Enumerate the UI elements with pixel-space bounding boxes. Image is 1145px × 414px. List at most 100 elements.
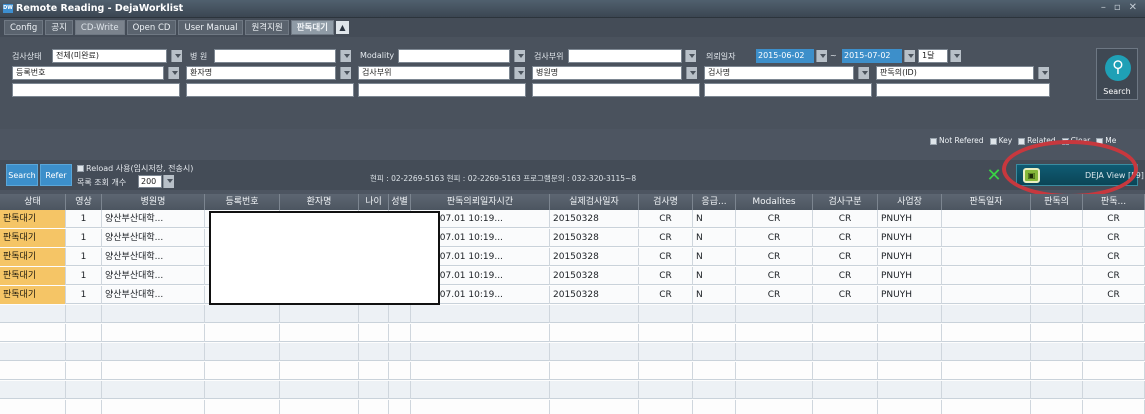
table-header: 상태 영상 병원명 등록번호 환자명 나이 성별 판독의뢰일자시간 실제검사일자 검사명 응급...…: [0, 194, 1145, 210]
table-cell: [942, 210, 1031, 228]
table-cell: [813, 324, 878, 342]
table-cell: [1083, 305, 1145, 323]
column-header[interactable]: 판독의: [1031, 194, 1083, 210]
tab-notice[interactable]: 공지: [45, 20, 73, 35]
chevron-down-icon[interactable]: [514, 67, 525, 79]
table-cell: [878, 400, 942, 414]
chevron-down-icon[interactable]: [163, 175, 174, 188]
table-cell: 1: [66, 286, 102, 304]
column-header[interactable]: 검사구분: [813, 194, 878, 210]
patient-field[interactable]: 환자명: [186, 66, 336, 80]
table-row[interactable]: 판독대기 1 양산부산대학... 2015.07.01 10:19... 2015032…: [0, 210, 1145, 228]
chevron-down-icon[interactable]: [340, 50, 351, 62]
table-cell: [102, 343, 205, 361]
minimize-button[interactable]: –: [1101, 2, 1106, 13]
refer-button[interactable]: Refer: [40, 164, 72, 186]
tab-remote-support[interactable]: 원격지원: [245, 20, 289, 35]
table-cell: [942, 324, 1031, 342]
exam-part-field[interactable]: 검사부위: [358, 66, 510, 80]
collapse-arrow-icon[interactable]: ▲: [336, 21, 349, 34]
search-button[interactable]: ⚲ Search: [1096, 48, 1138, 100]
extra-field-3[interactable]: [358, 83, 526, 97]
maximize-button[interactable]: ▫: [1114, 2, 1121, 13]
table-cell: [205, 324, 280, 342]
empty-row: [0, 324, 1145, 342]
column-header[interactable]: 성별: [389, 194, 411, 210]
search-action-button[interactable]: Search: [6, 164, 38, 186]
modality-field[interactable]: [398, 49, 510, 63]
cancel-icon[interactable]: ✕: [984, 166, 1004, 186]
chevron-down-icon[interactable]: [858, 67, 869, 79]
extra-field-4[interactable]: [532, 83, 700, 97]
table-cell: 양산부산대학...: [102, 286, 205, 304]
tab-open-cd[interactable]: Open CD: [126, 20, 177, 35]
checkbox-not-refered[interactable]: Not Refered: [930, 136, 984, 145]
column-header[interactable]: 판독...: [1083, 194, 1145, 210]
column-header[interactable]: 나이: [359, 194, 389, 210]
table-cell: [736, 305, 813, 323]
column-header[interactable]: 등록번호: [205, 194, 280, 210]
table-row[interactable]: 판독대기 1 양산부산대학... 2015.07.01 10:19... 2015032…: [0, 267, 1145, 285]
column-header[interactable]: 판독일자: [942, 194, 1031, 210]
date-from[interactable]: 2015-06-02: [756, 49, 814, 63]
close-button[interactable]: ✕: [1129, 2, 1137, 13]
column-header[interactable]: 실제검사일자: [550, 194, 639, 210]
column-header[interactable]: 영상: [66, 194, 102, 210]
chevron-down-icon[interactable]: [686, 67, 697, 79]
table-cell: [359, 362, 389, 380]
column-header[interactable]: 사업장: [878, 194, 942, 210]
calendar-icon[interactable]: [816, 50, 827, 62]
bodypart-field[interactable]: [568, 49, 682, 63]
chevron-down-icon[interactable]: [514, 50, 525, 62]
column-header[interactable]: 검사명: [639, 194, 693, 210]
table-cell: [942, 305, 1031, 323]
filter-panel: 검사상태 전체(미완료) 병 원 Modality 검사부위 의뢰일자 2015…: [0, 37, 1145, 129]
reg-no-field[interactable]: 등록번호: [12, 66, 164, 80]
hospital-name-field[interactable]: 병원명: [532, 66, 682, 80]
empty-row: [0, 305, 1145, 323]
table-row[interactable]: 판독대기 1 양산부산대학... 2015.07.01 10:19... 2015032…: [0, 286, 1145, 304]
table-cell: [0, 362, 66, 380]
extra-field-6[interactable]: [876, 83, 1050, 97]
exam-name-field[interactable]: 검사명: [704, 66, 854, 80]
column-header[interactable]: 판독의뢰일자시간: [411, 194, 550, 210]
table-cell: [389, 343, 411, 361]
chevron-down-icon[interactable]: [1038, 67, 1049, 79]
count-select[interactable]: 200: [138, 175, 162, 188]
column-header[interactable]: Modalites: [736, 194, 813, 210]
calendar-icon[interactable]: [904, 50, 915, 62]
column-header[interactable]: 환자명: [280, 194, 359, 210]
table-row[interactable]: 판독대기 1 양산부산대학... 2015.07.01 10:19... 2015032…: [0, 248, 1145, 266]
reader-field[interactable]: 판독의(ID): [876, 66, 1034, 80]
table-cell: CR: [813, 286, 878, 304]
column-header[interactable]: 병원명: [102, 194, 205, 210]
chevron-down-icon[interactable]: [685, 50, 696, 62]
table-cell: N: [693, 210, 736, 228]
status-select[interactable]: 전체(미완료): [52, 49, 167, 63]
table-cell: [1031, 400, 1083, 414]
chevron-down-icon[interactable]: [950, 50, 961, 62]
chevron-down-icon[interactable]: [340, 67, 351, 79]
extra-field-5[interactable]: [704, 83, 872, 97]
chevron-down-icon[interactable]: [168, 67, 179, 79]
chevron-down-icon[interactable]: [171, 50, 182, 62]
tab-cd-write[interactable]: CD-Write: [74, 20, 125, 35]
table-cell: 판독대기: [0, 267, 66, 285]
table-cell: CR: [639, 286, 693, 304]
date-separator: ~: [830, 51, 837, 60]
column-header[interactable]: 응급...: [693, 194, 736, 210]
hospital-field[interactable]: [214, 49, 336, 63]
reload-checkbox[interactable]: Reload 사용(임시저장, 전송시): [77, 163, 193, 174]
tab-waiting[interactable]: 판독대기: [290, 20, 334, 35]
date-to[interactable]: 2015-07-02: [842, 49, 902, 63]
table-row[interactable]: 판독대기 1 양산부산대학... 2015.07.01 10:19... 2015032…: [0, 229, 1145, 247]
table-cell: [1031, 305, 1083, 323]
column-header[interactable]: 상태: [0, 194, 66, 210]
table-cell: 판독대기: [0, 210, 66, 228]
checkbox-key[interactable]: Key: [989, 136, 1012, 145]
period-select[interactable]: 1달: [918, 49, 948, 63]
tab-user-manual[interactable]: User Manual: [178, 20, 244, 35]
extra-field-2[interactable]: [186, 83, 354, 97]
tab-config[interactable]: Config: [4, 20, 44, 35]
extra-field-1[interactable]: [12, 83, 180, 97]
